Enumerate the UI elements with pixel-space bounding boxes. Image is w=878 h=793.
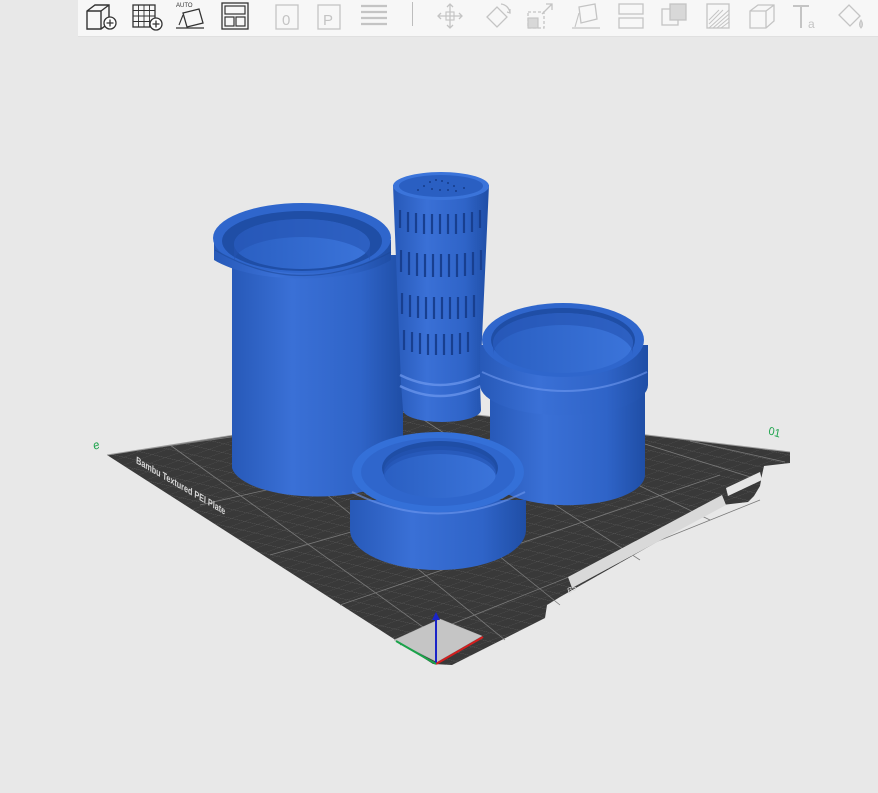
- cut-icon: [618, 3, 644, 29]
- print-plate-icon: P: [317, 4, 341, 30]
- boolean-button[interactable]: [654, 0, 694, 32]
- layers-icon: [361, 4, 387, 26]
- svg-text:a: a: [808, 17, 815, 31]
- slice-plate-icon: 0: [275, 4, 299, 30]
- 3d-viewport[interactable]: Bambu Textured PEI Plate 01 e B5: [0, 37, 878, 793]
- add-plate-button[interactable]: [126, 0, 166, 32]
- seam-painting-icon: [749, 4, 775, 29]
- model-lid-ring[interactable]: [350, 432, 526, 570]
- auto-orient-icon: AUTO: [176, 3, 204, 29]
- print-plate-button[interactable]: P: [308, 0, 348, 32]
- layers-button[interactable]: [354, 0, 394, 32]
- slice-plate-button[interactable]: 0: [266, 0, 306, 32]
- auto-orient-button[interactable]: AUTO: [170, 0, 210, 32]
- add-object-button[interactable]: [80, 0, 120, 32]
- add-cube-icon: [86, 4, 117, 30]
- text-tool-icon: a: [793, 5, 815, 31]
- model-perforated-cone[interactable]: [393, 172, 489, 422]
- plate-number-label: 01: [767, 425, 781, 441]
- text-tool-button[interactable]: a: [786, 0, 826, 32]
- support-painting-button[interactable]: [698, 0, 738, 32]
- arrange-icon: [221, 2, 249, 30]
- scale-icon: [527, 3, 553, 29]
- auto-label: AUTO: [176, 3, 193, 9]
- scale-button[interactable]: [520, 0, 560, 32]
- scene-canvas: Bambu Textured PEI Plate 01 e B5: [92, 172, 791, 665]
- boolean-icon: [661, 3, 687, 26]
- seam-painting-button[interactable]: [742, 0, 782, 32]
- move-arrows-icon: [437, 3, 463, 29]
- arrange-button[interactable]: [214, 0, 254, 32]
- plate-left-marker: e: [92, 437, 101, 453]
- main-toolbar: AUTO 0 P a: [78, 0, 878, 37]
- move-button[interactable]: [430, 0, 470, 32]
- color-painting-icon: [838, 4, 863, 29]
- rotate-icon: [486, 3, 511, 28]
- lay-on-face-icon: [572, 3, 600, 29]
- svg-text:P: P: [323, 12, 333, 29]
- svg-text:0: 0: [282, 12, 290, 29]
- toolbar-separator: [412, 2, 413, 26]
- rotate-button[interactable]: [476, 0, 516, 32]
- cut-button[interactable]: [610, 0, 650, 32]
- color-painting-button[interactable]: [830, 0, 870, 32]
- add-plate-icon: [132, 4, 163, 31]
- support-painting-icon: [706, 3, 730, 29]
- lay-on-face-button[interactable]: [566, 0, 606, 32]
